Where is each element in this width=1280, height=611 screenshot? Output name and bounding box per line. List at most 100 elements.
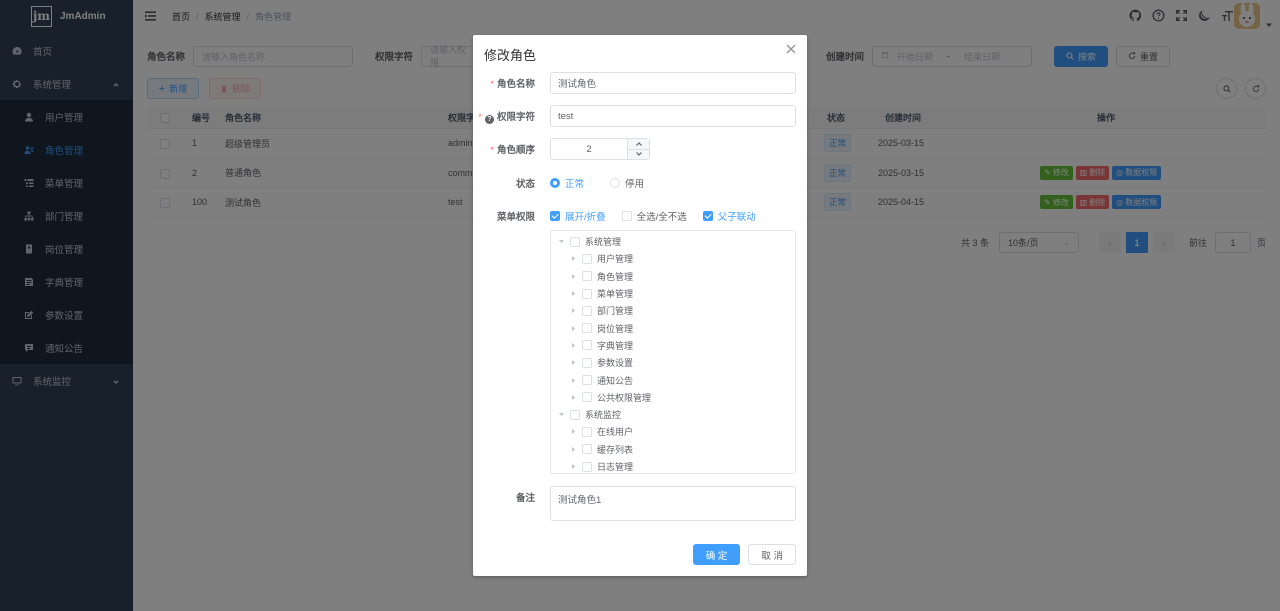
expand-collapse-label: 展开/折叠	[565, 212, 606, 223]
increase-button[interactable]	[628, 139, 649, 150]
menu-tree[interactable]: 系统管理用户管理角色管理菜单管理部门管理岗位管理字典管理参数设置通知公告公共权限…	[550, 230, 796, 474]
remark-label: 备注	[515, 493, 535, 504]
close-icon[interactable]	[786, 44, 796, 54]
menu-perm-label: 菜单权限	[496, 212, 535, 223]
tree-node-label: 日志管理	[597, 462, 634, 472]
tree-node-label: 系统管理	[585, 237, 622, 248]
tree-node[interactable]: 公共权限管理	[551, 389, 795, 406]
tree-node[interactable]: 部门管理	[551, 302, 795, 319]
caret-right-icon[interactable]	[569, 272, 577, 280]
perm-row: *? 权限字符 test	[473, 105, 807, 127]
select-all-checkbox[interactable]: 全选/全不选	[621, 209, 687, 223]
tree-node-checkbox[interactable]	[582, 271, 592, 282]
tree-node[interactable]: 角色管理	[551, 268, 795, 285]
tree-node-label: 字典管理	[597, 340, 634, 351]
tree-node-checkbox[interactable]	[582, 444, 592, 455]
dialog-title: 修改角色	[484, 48, 537, 63]
caret-down-icon[interactable]	[557, 411, 565, 419]
tree-node-label: 岗位管理	[597, 323, 634, 334]
menu-perm-row: 菜单权限 展开/折叠 全选/全不选 父子联动	[473, 205, 807, 227]
confirm-button[interactable]: 确 定	[692, 544, 741, 565]
caret-right-icon[interactable]	[569, 376, 577, 384]
tree-node[interactable]: 系统管理	[551, 233, 795, 250]
tree-node-label: 在线用户	[597, 427, 634, 438]
menu-perm-options: 展开/折叠 全选/全不选 父子联动	[550, 205, 772, 227]
tree-node-checkbox[interactable]	[582, 392, 592, 403]
role-name-label: * 角色名称	[490, 79, 535, 90]
caret-right-icon[interactable]	[569, 341, 577, 349]
role-name-label-text: 角色名称	[496, 79, 535, 90]
tree-node-checkbox[interactable]	[582, 357, 592, 368]
tree-node[interactable]: 日志管理	[551, 458, 795, 473]
perm-label: *? 权限字符	[478, 111, 535, 124]
status-radio-group: 正常 停用	[550, 172, 670, 194]
tree-node-checkbox[interactable]	[582, 426, 592, 437]
caret-down-icon[interactable]	[557, 238, 565, 246]
edit-role-dialog: 修改角色 * 角色名称 测试角色 *? 权限字符 test * 角色顺序 2 状态 正…	[473, 35, 807, 576]
tree-node-label: 部门管理	[597, 306, 634, 317]
status-label: 状态	[515, 179, 535, 190]
chevron-down-icon	[635, 152, 642, 157]
caret-right-icon[interactable]	[569, 324, 577, 332]
parent-child-link-label: 父子联动	[717, 212, 756, 223]
tree-node[interactable]: 岗位管理	[551, 319, 795, 336]
tree-node[interactable]: 缓存列表	[551, 441, 795, 458]
cancel-button[interactable]: 取 消	[748, 544, 796, 565]
caret-right-icon[interactable]	[569, 359, 577, 367]
perm-input[interactable]: test	[550, 105, 796, 127]
caret-right-icon[interactable]	[569, 445, 577, 453]
remark-textarea[interactable]: 测试角色1	[550, 486, 796, 521]
status-normal-label: 正常	[565, 179, 585, 190]
tree-node-label: 缓存列表	[597, 444, 634, 455]
status-normal-radio[interactable]: 正常	[550, 176, 584, 190]
order-row: * 角色顺序 2	[473, 138, 807, 160]
parent-child-link-checkbox[interactable]: 父子联动	[702, 209, 756, 223]
select-all-label: 全选/全不选	[636, 212, 687, 223]
tree-node[interactable]: 系统监控	[551, 406, 795, 423]
role-name-input[interactable]: 测试角色	[550, 72, 796, 94]
caret-right-icon[interactable]	[569, 290, 577, 298]
tree-node-checkbox[interactable]	[582, 461, 592, 472]
tree-node-label: 参数设置	[597, 358, 634, 369]
status-disabled-radio[interactable]: 停用	[610, 176, 644, 190]
order-label-text: 角色顺序	[496, 145, 535, 156]
expand-collapse-checkbox[interactable]: 展开/折叠	[550, 209, 606, 223]
order-stepper[interactable]: 2	[550, 138, 650, 160]
caret-right-icon[interactable]	[569, 428, 577, 436]
tree-node-label: 通知公告	[597, 375, 634, 386]
status-disabled-label: 停用	[625, 179, 645, 190]
tree-node-checkbox[interactable]	[582, 323, 592, 334]
perm-label-text: 权限字符	[496, 111, 535, 123]
tree-node[interactable]: 字典管理	[551, 337, 795, 354]
tree-node[interactable]: 菜单管理	[551, 285, 795, 302]
tree-node-label: 角色管理	[597, 271, 634, 282]
tree-node-label: 公共权限管理	[597, 392, 652, 403]
order-label: * 角色顺序	[490, 145, 535, 156]
tree-node-label: 菜单管理	[597, 289, 634, 300]
chevron-up-icon	[635, 141, 642, 146]
tree-node-checkbox[interactable]	[582, 340, 592, 351]
question-icon[interactable]: ?	[484, 114, 494, 124]
order-value: 2	[586, 143, 592, 155]
tree-node[interactable]: 在线用户	[551, 423, 795, 440]
caret-right-icon[interactable]	[569, 393, 577, 401]
tree-node-checkbox[interactable]	[582, 375, 592, 386]
status-row: 状态 正常 停用	[473, 172, 807, 194]
tree-node[interactable]: 参数设置	[551, 354, 795, 371]
role-name-row: * 角色名称 测试角色	[473, 72, 807, 94]
caret-right-icon[interactable]	[569, 463, 577, 471]
tree-node-checkbox[interactable]	[582, 305, 592, 316]
tree-node-label: 用户管理	[597, 254, 634, 265]
tree-node[interactable]: 用户管理	[551, 250, 795, 267]
tree-node[interactable]: 通知公告	[551, 371, 795, 388]
tree-node-checkbox[interactable]	[570, 409, 580, 420]
tree-node-checkbox[interactable]	[582, 253, 592, 264]
caret-right-icon[interactable]	[569, 307, 577, 315]
caret-right-icon[interactable]	[569, 255, 577, 263]
tree-node-checkbox[interactable]	[570, 236, 580, 247]
dialog-footer: 确 定 取 消	[692, 544, 796, 565]
tree-node-label: 系统监控	[585, 410, 622, 421]
decrease-button[interactable]	[628, 149, 649, 159]
stepper-arrows	[627, 139, 649, 159]
tree-node-checkbox[interactable]	[582, 288, 592, 299]
